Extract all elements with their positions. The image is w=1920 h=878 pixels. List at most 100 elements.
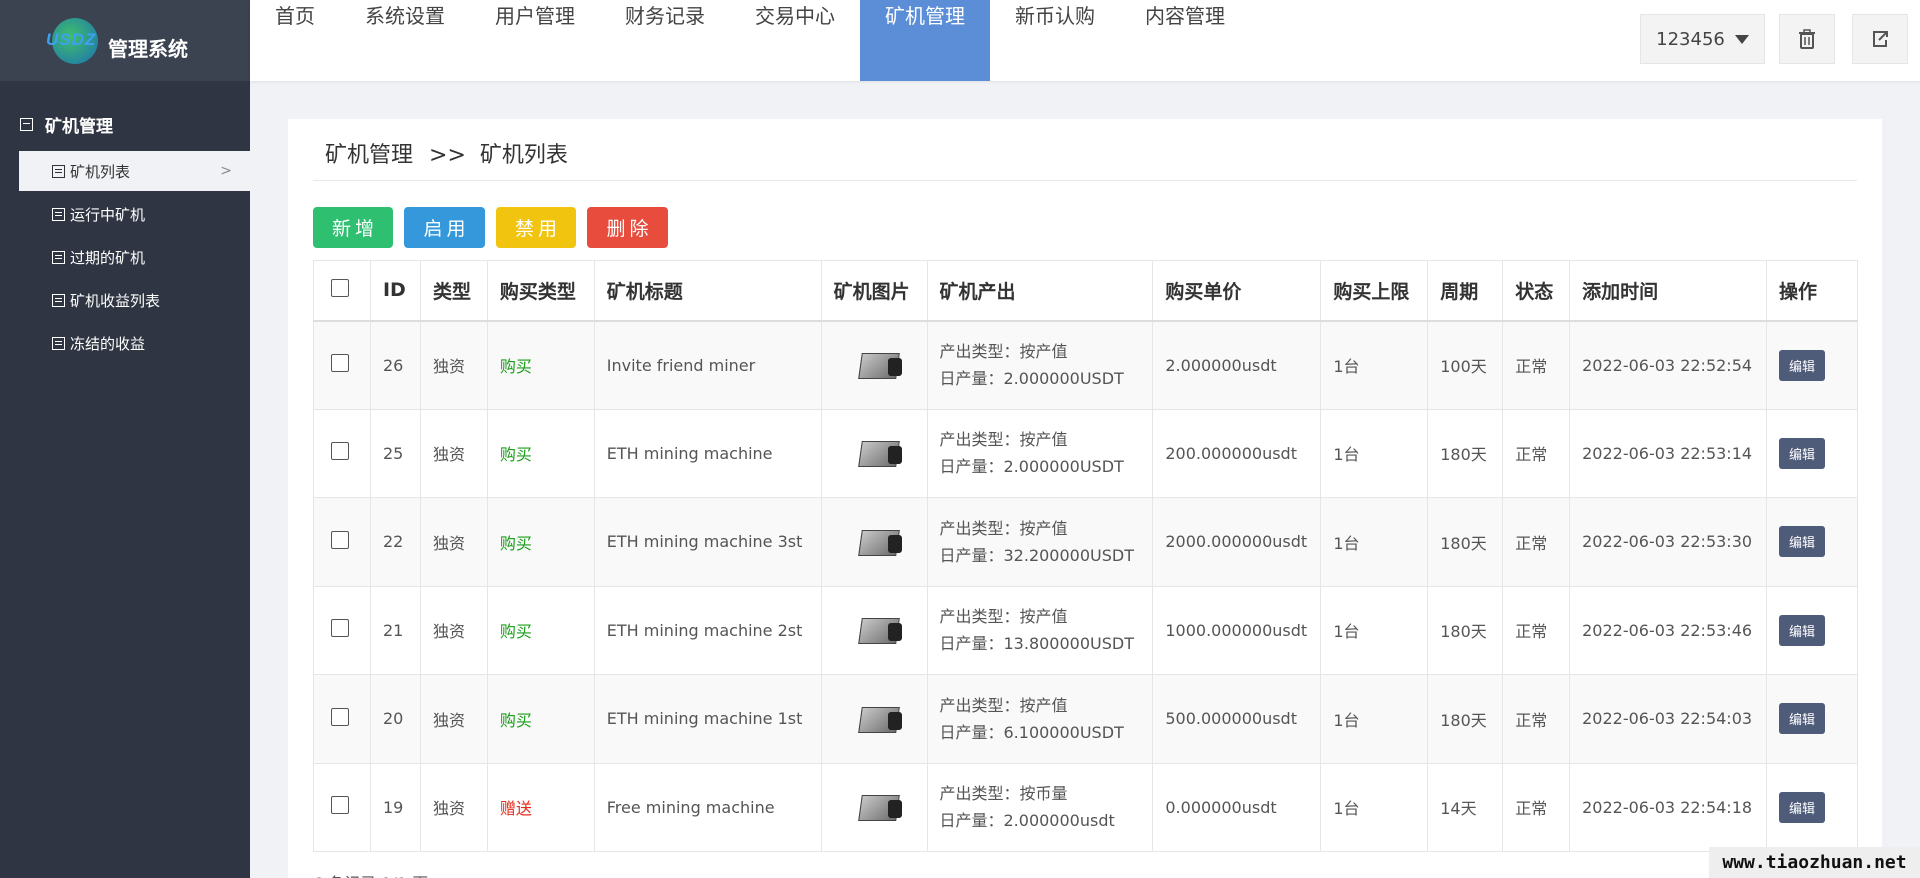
cell-period: 100天	[1427, 320, 1504, 410]
cell-price: 200.000000usdt	[1152, 408, 1322, 498]
cell-price: 0.000000usdt	[1152, 762, 1322, 852]
edit-button[interactable]: 编辑	[1778, 437, 1825, 469]
cell-id: 19	[369, 762, 421, 852]
chevron-right-icon: >	[220, 163, 232, 179]
cell-output: 产出类型：按产值日产量：2.000000USDT	[926, 408, 1154, 498]
edit-button[interactable]: 编辑	[1778, 526, 1825, 558]
table-row: 26 独资 购买 Invite friend miner 产出类型：按产值 日产量：2.0…	[313, 320, 1859, 410]
content-panel: 矿机管理 >> 矿机列表 新增 启用 禁用 删除 ID 类型 购买类型 矿机标题 矿…	[288, 119, 1882, 878]
breadcrumb-parent[interactable]: 矿机管理	[325, 143, 413, 168]
cell-actions: 编辑	[1765, 497, 1859, 587]
nav-miner-management[interactable]: 矿机管理	[860, 0, 990, 81]
table-row: 19 独资 赠送 Free mining machine 产出类型：按币量 日产量：2.0…	[313, 762, 1859, 852]
column-header: 购买类型	[486, 260, 595, 322]
row-checkbox[interactable]	[331, 796, 349, 815]
cell-period: 14天	[1427, 762, 1504, 852]
sidebar-item-miner-list[interactable]: 矿机列表 >	[19, 151, 250, 191]
list-icon	[52, 164, 65, 178]
edit-button[interactable]: 编辑	[1778, 614, 1825, 646]
output-type: 产出类型：按产值	[939, 430, 1068, 450]
cell-type: 独资	[419, 585, 488, 675]
cell-image	[820, 408, 928, 498]
cell-actions: 编辑	[1765, 320, 1859, 410]
sidebar-group-label: 矿机管理	[45, 116, 113, 137]
row-select-cell	[313, 762, 371, 852]
sidebar-group: 矿机管理 矿机列表 > 运行中矿机 过期的矿机 矿机收益列表 冻结的收益	[0, 81, 250, 363]
sidebar-item-label: 运行中矿机	[70, 205, 146, 224]
daily-output: 日产量：2.000000USDT	[939, 457, 1124, 477]
daily-output: 日产量：2.000000usdt	[939, 811, 1115, 831]
row-checkbox[interactable]	[331, 530, 349, 549]
logo[interactable]: USDZ 管理系统	[0, 0, 250, 81]
nav-finance-records[interactable]: 财务记录	[600, 0, 730, 81]
cell-limit: 1台	[1320, 585, 1429, 675]
row-checkbox[interactable]	[331, 442, 349, 461]
cell-price: 2000.000000usdt	[1152, 497, 1322, 587]
enable-button[interactable]: 启用	[404, 207, 485, 248]
sidebar-item-frozen-earnings[interactable]: 冻结的收益	[19, 323, 250, 363]
row-select-cell	[313, 320, 371, 410]
nav-content-management[interactable]: 内容管理	[1120, 0, 1250, 81]
cell-title: ETH mining machine 2st	[593, 585, 822, 675]
select-all-cell	[313, 260, 371, 322]
nav-system-settings[interactable]: 系统设置	[340, 0, 470, 81]
column-header: ID	[369, 260, 421, 322]
cell-id: 26	[369, 320, 421, 410]
sidebar-item-running-miners[interactable]: 运行中矿机	[19, 194, 250, 234]
cell-period: 180天	[1427, 408, 1504, 498]
divider	[313, 180, 1857, 181]
cell-period: 180天	[1427, 674, 1504, 764]
cell-status: 正常	[1502, 674, 1571, 764]
cell-id: 21	[369, 585, 421, 675]
cell-buy-type: 购买	[486, 497, 595, 587]
row-checkbox[interactable]	[331, 619, 349, 638]
select-all-checkbox[interactable]	[331, 278, 349, 297]
cell-output: 产出类型：按产值 日产量：2.000000USDT	[926, 320, 1154, 410]
clear-cache-button[interactable]	[1779, 14, 1835, 64]
list-icon	[52, 336, 65, 350]
cell-limit: 1台	[1320, 320, 1429, 410]
cell-type: 独资	[419, 497, 488, 587]
sidebar-item-expired-miners[interactable]: 过期的矿机	[19, 237, 250, 277]
nav-new-coin-subscription[interactable]: 新币认购	[990, 0, 1120, 81]
cell-status: 正常	[1502, 320, 1571, 410]
sidebar-item-label: 冻结的收益	[70, 334, 146, 353]
sidebar-group-title[interactable]: 矿机管理	[0, 111, 250, 137]
table-row: 21 独资 购买 ETH mining machine 2st 产出类型：按产值 日产量：…	[313, 585, 1859, 675]
action-bar: 新增 启用 禁用 删除	[313, 207, 668, 248]
logo-title: 管理系统	[108, 37, 188, 61]
cell-status: 正常	[1502, 762, 1571, 852]
sidebar-item-label: 矿机列表	[70, 162, 131, 181]
logout-button[interactable]	[1852, 14, 1908, 64]
cell-period: 180天	[1427, 585, 1504, 675]
table-header-row: ID 类型 购买类型 矿机标题 矿机图片 矿机产出 购买单价 购买上限 周期 状…	[313, 260, 1859, 322]
globe-logo-icon: USDZ	[46, 17, 98, 64]
row-checkbox[interactable]	[331, 707, 349, 726]
row-checkbox[interactable]	[331, 354, 349, 372]
nav-user-management[interactable]: 用户管理	[470, 0, 600, 81]
cell-title: ETH mining machine	[593, 408, 822, 498]
user-dropdown[interactable]: 123456	[1640, 14, 1765, 64]
edit-button[interactable]: 编辑	[1778, 349, 1825, 381]
edit-button[interactable]: 编辑	[1778, 703, 1825, 735]
cell-buy-type: 购买	[486, 674, 595, 764]
sidebar-item-label: 矿机收益列表	[70, 291, 161, 310]
output-type: 产出类型：按产值	[939, 518, 1068, 538]
cell-title: ETH mining machine 3st	[593, 497, 822, 587]
add-button[interactable]: 新增	[313, 207, 393, 248]
delete-button[interactable]: 删除	[587, 207, 668, 248]
edit-button[interactable]: 编辑	[1778, 791, 1825, 823]
daily-output: 日产量：32.200000USDT	[939, 545, 1135, 565]
cell-buy-type: 购买	[486, 585, 595, 675]
cell-image	[820, 762, 928, 852]
output-type: 产出类型：按产值	[939, 695, 1068, 715]
nav-home[interactable]: 首页	[250, 0, 340, 81]
disable-button[interactable]: 禁用	[496, 207, 576, 248]
miner-image	[856, 787, 904, 827]
nav-trading-center[interactable]: 交易中心	[730, 0, 860, 81]
cell-buy-type: 购买	[486, 320, 595, 410]
record-count: 6 条记录 1/1 页	[313, 870, 428, 878]
cell-price: 500.000000usdt	[1152, 674, 1322, 764]
sidebar-item-earnings-list[interactable]: 矿机收益列表	[19, 280, 250, 320]
trash-icon	[1799, 29, 1815, 49]
